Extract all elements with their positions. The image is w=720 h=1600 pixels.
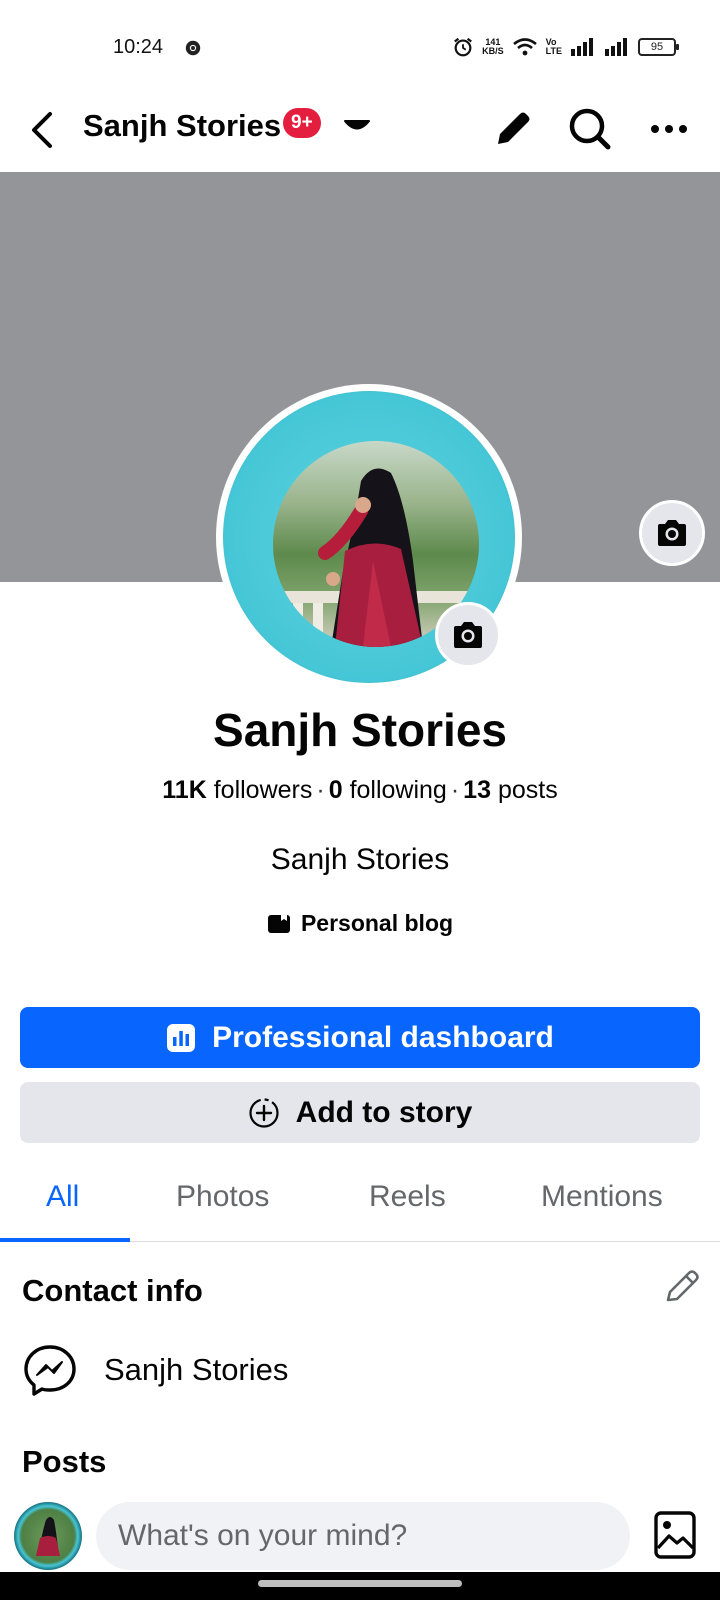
back-arrow-icon: [32, 112, 52, 148]
back-button[interactable]: [24, 106, 60, 154]
volte-indicator: Vo LTE: [546, 38, 562, 56]
tab-photos[interactable]: Photos: [176, 1180, 269, 1214]
professional-dashboard-button[interactable]: Professional dashboard: [20, 1007, 700, 1068]
profile-name: Sanjh Stories: [213, 704, 507, 756]
tab-reels[interactable]: Reels: [369, 1180, 446, 1214]
tab-all[interactable]: All: [46, 1180, 79, 1214]
more-button[interactable]: [642, 102, 696, 156]
edit-contact-button[interactable]: [662, 1266, 702, 1306]
pencil-icon: [498, 112, 530, 144]
more-icon: [651, 125, 687, 133]
following-label: following: [349, 776, 447, 804]
alarm-icon: [454, 37, 473, 57]
blog-icon: [267, 914, 290, 933]
app-header: Sanjh Stories 9+: [0, 92, 720, 172]
status-icons: 141 KB/S Vo LTE 95: [452, 36, 679, 58]
messenger-name: Sanjh Stories: [104, 1352, 289, 1387]
add-circle-icon: [249, 1097, 279, 1128]
wifi-icon: [512, 38, 537, 56]
net-speed-unit: KB/S: [482, 46, 504, 56]
camera-icon: [454, 622, 482, 648]
dashboard-label: Professional dashboard: [212, 1020, 554, 1054]
posts-title: Posts: [22, 1444, 107, 1479]
edit-cover-button[interactable]: [639, 500, 705, 566]
notification-badge[interactable]: 9+: [283, 108, 321, 138]
volte-bottom: LTE: [545, 46, 562, 56]
system-nav-bar: [0, 1572, 720, 1600]
following-count: 0: [328, 776, 343, 804]
page-title[interactable]: Sanjh Stories: [83, 108, 281, 144]
search-button[interactable]: [563, 102, 617, 156]
profile-bio: Sanjh Stories: [270, 843, 450, 876]
edit-button[interactable]: [486, 102, 540, 156]
bar-chart-icon: [167, 1023, 196, 1052]
photo-icon[interactable]: [653, 1510, 697, 1560]
chrome-icon: [185, 40, 201, 56]
signal-icon: [571, 38, 593, 56]
signal-icon: [605, 38, 627, 56]
edit-profile-picture-button[interactable]: [435, 602, 501, 668]
post-composer-input[interactable]: What's on your mind?: [96, 1502, 630, 1570]
contact-messenger-row[interactable]: Sanjh Stories: [22, 1344, 288, 1396]
battery-indicator: 95: [638, 38, 679, 56]
active-tab-indicator: [0, 1238, 130, 1242]
category-label: Personal blog: [300, 910, 454, 936]
search-icon: [569, 108, 611, 150]
followers-label: followers: [213, 776, 313, 804]
profile-stats[interactable]: 11K followers · 0 following · 13 posts: [0, 776, 720, 805]
status-time: 10:24: [113, 36, 164, 58]
separator-dot: ·: [450, 776, 460, 804]
posts-label: posts: [497, 776, 558, 804]
status-bar: 10:24 141 KB/S Vo LTE 95: [0, 0, 720, 92]
contact-info-title: Contact info: [22, 1273, 203, 1308]
network-speed: 141 KB/S: [482, 38, 504, 56]
separator-dot: ·: [316, 776, 325, 804]
story-label: Add to story: [295, 1095, 473, 1129]
messenger-icon: [24, 1345, 76, 1396]
camera-icon: [658, 520, 686, 546]
avatar[interactable]: [14, 1502, 82, 1570]
add-to-story-button[interactable]: Add to story: [20, 1082, 700, 1143]
posts-count: 13: [463, 776, 491, 804]
profile-category: Personal blog: [0, 910, 720, 937]
caret-down-icon[interactable]: [342, 112, 372, 142]
tab-mentions[interactable]: Mentions: [541, 1180, 663, 1214]
profile-tabs: All Photos Reels Mentions: [0, 1158, 720, 1242]
followers-count: 11K: [162, 776, 207, 804]
home-gesture-handle[interactable]: [258, 1580, 462, 1587]
